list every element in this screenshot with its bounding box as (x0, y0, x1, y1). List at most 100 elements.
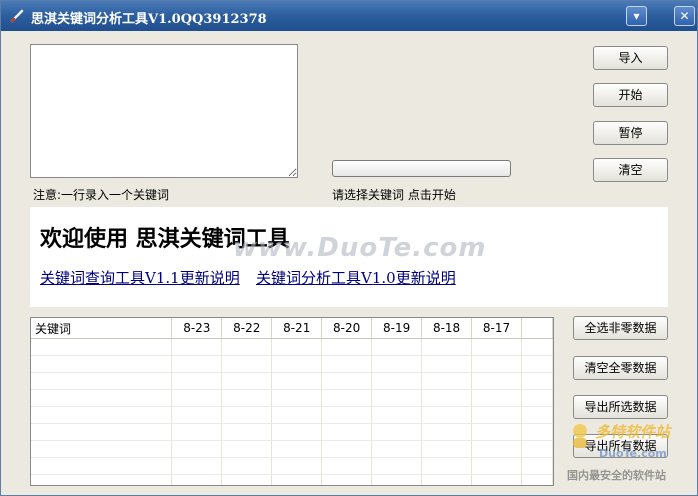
table-cell (271, 389, 323, 407)
keyword-input[interactable] (30, 44, 298, 178)
table-cell (371, 406, 423, 424)
table-cell (421, 372, 473, 390)
table-cell (471, 457, 522, 475)
table-row[interactable] (31, 389, 553, 407)
table-cell (471, 355, 522, 373)
app-window: 思淇关键词分析工具V1.0QQ3912378 ▾ ✕ 注意:一行录入一个关键词 … (0, 0, 698, 496)
column-header-keyword[interactable]: 关键词 (31, 318, 173, 339)
start-button[interactable]: 开始 (593, 83, 668, 107)
column-header-date[interactable]: 8-22 (221, 318, 273, 339)
table-row[interactable] (31, 423, 553, 441)
table-cell (31, 355, 173, 373)
table-row[interactable] (31, 338, 553, 356)
export-selected-button[interactable]: 导出所选数据 (573, 395, 668, 419)
table-cell (271, 338, 323, 356)
table-cell (271, 423, 323, 441)
table-cell (221, 389, 273, 407)
table-cell (221, 406, 273, 424)
table-cell (221, 372, 273, 390)
close-button[interactable]: ✕ (674, 6, 695, 26)
table-cell (471, 372, 522, 390)
table-cell (371, 372, 423, 390)
table-cell (271, 406, 323, 424)
table-cell (171, 474, 223, 485)
title-bar[interactable]: 思淇关键词分析工具V1.0QQ3912378 ▾ ✕ (1, 1, 697, 31)
table-cell (521, 338, 553, 356)
table-cell (31, 389, 173, 407)
column-header-date[interactable]: 8-17 (471, 318, 522, 339)
table-cell (221, 440, 273, 458)
column-header-date[interactable]: 8-21 (271, 318, 323, 339)
table-cell (31, 338, 173, 356)
table-cell (271, 372, 323, 390)
column-header-date[interactable]: 8-23 (171, 318, 223, 339)
column-header-date[interactable]: 8-19 (371, 318, 423, 339)
table-cell (421, 338, 473, 356)
table-row[interactable] (31, 372, 553, 390)
table-cell (221, 474, 273, 485)
table-cell (271, 440, 323, 458)
table-row[interactable] (31, 355, 553, 373)
table-row[interactable] (31, 440, 553, 458)
table-cell (371, 423, 423, 441)
table-cell (221, 457, 273, 475)
table-cell (421, 355, 473, 373)
minimize-button[interactable]: ▾ (626, 6, 647, 26)
table-cell (271, 474, 323, 485)
pause-button[interactable]: 暂停 (593, 121, 668, 145)
table-cell (521, 406, 553, 424)
table-cell (31, 423, 173, 441)
column-header-filler (521, 318, 553, 339)
table-cell (221, 423, 273, 441)
table-cell (271, 355, 323, 373)
table-cell (321, 474, 373, 485)
table-cell (421, 389, 473, 407)
results-table[interactable]: 关键词 8-23 8-22 8-21 8-20 8-19 8-18 8-17 (30, 317, 554, 486)
table-cell (321, 440, 373, 458)
progress-bar (332, 160, 511, 177)
table-row[interactable] (31, 457, 553, 475)
table-cell (471, 338, 522, 356)
table-cell (521, 389, 553, 407)
table-cell (321, 423, 373, 441)
table-header-row: 关键词 8-23 8-22 8-21 8-20 8-19 8-18 8-17 (31, 318, 553, 339)
watermark-slogan: 国内最安全的软件站 (567, 469, 666, 482)
select-nonzero-button[interactable]: 全选非零数据 (573, 316, 668, 340)
column-header-date[interactable]: 8-20 (321, 318, 373, 339)
table-body (31, 338, 553, 485)
table-row[interactable] (31, 406, 553, 424)
status-hint: 请选择关键词 点击开始 (332, 188, 456, 202)
table-row[interactable] (31, 474, 553, 485)
table-cell (421, 406, 473, 424)
window-title: 思淇关键词分析工具V1.0QQ3912378 (31, 12, 267, 27)
column-header-date[interactable]: 8-18 (421, 318, 473, 339)
table-cell (171, 338, 223, 356)
table-cell (321, 457, 373, 475)
pen-icon (10, 9, 24, 23)
watermark-text: www.DuoTe.com (233, 233, 487, 263)
table-cell (321, 372, 373, 390)
table-cell (171, 406, 223, 424)
clear-button[interactable]: 清空 (593, 158, 668, 182)
watermark-logo: 多特软件站 DuoTe.com 国内最安全的软件站 (567, 419, 695, 489)
table-cell (31, 406, 173, 424)
table-cell (471, 389, 522, 407)
table-cell (371, 457, 423, 475)
watermark-brand-url: DuoTe.com (599, 447, 667, 460)
link-query-tool-notes[interactable]: 关键词查询工具V1.1更新说明 (40, 267, 240, 288)
table-cell (371, 474, 423, 485)
table-cell (521, 355, 553, 373)
table-cell (221, 338, 273, 356)
table-cell (31, 440, 173, 458)
table-cell (371, 440, 423, 458)
clear-zero-button[interactable]: 清空全零数据 (573, 356, 668, 380)
link-analysis-tool-notes[interactable]: 关键词分析工具V1.0更新说明 (256, 267, 456, 288)
table-cell (171, 372, 223, 390)
table-cell (321, 338, 373, 356)
table-cell (221, 355, 273, 373)
table-cell (321, 389, 373, 407)
table-cell (421, 457, 473, 475)
table-cell (471, 406, 522, 424)
import-button[interactable]: 导入 (593, 46, 668, 70)
table-cell (171, 423, 223, 441)
